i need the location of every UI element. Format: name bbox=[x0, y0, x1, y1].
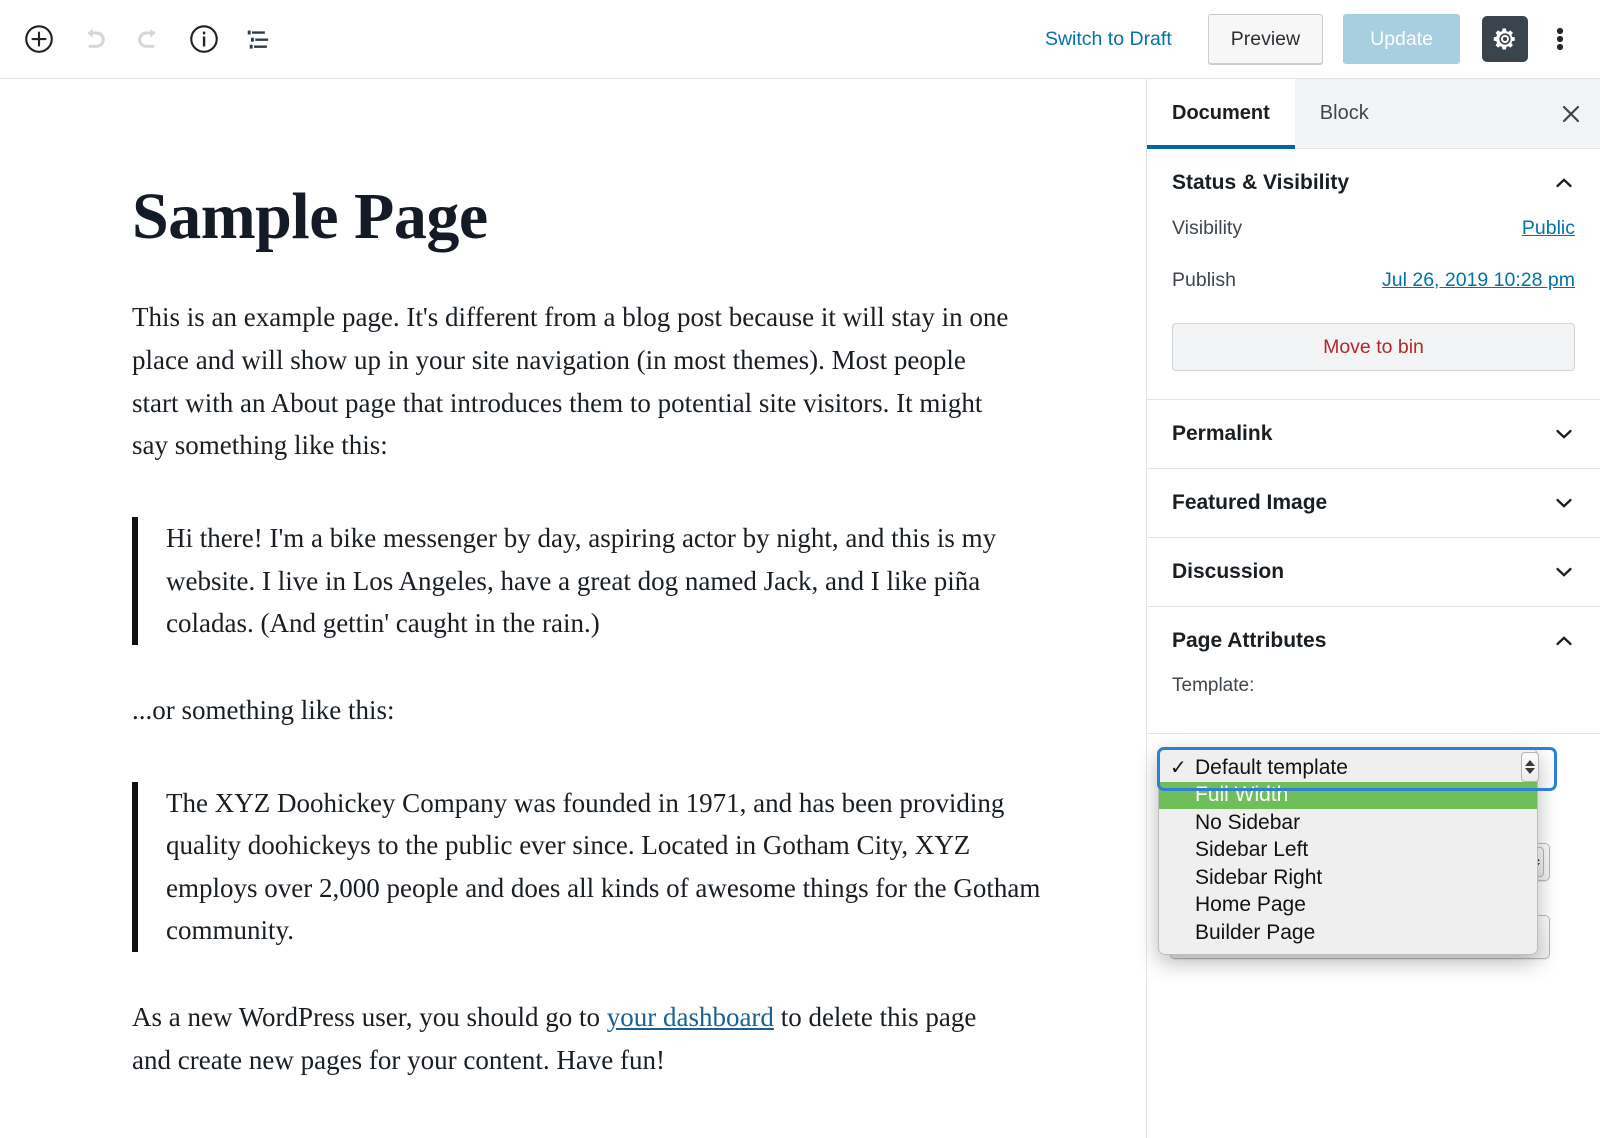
paragraph-text-before: As a new WordPress user, you should go t… bbox=[132, 1002, 607, 1033]
add-block-icon bbox=[25, 25, 53, 53]
select-option-label: Home Page bbox=[1195, 893, 1306, 917]
dashboard-link[interactable]: your dashboard bbox=[607, 1002, 774, 1032]
header-tools-group bbox=[0, 16, 282, 62]
panel-featured-image: Featured Image bbox=[1147, 469, 1600, 538]
select-option-label: Builder Page bbox=[1195, 920, 1316, 944]
select-option-label: Sidebar Left bbox=[1195, 838, 1309, 862]
more-options-button[interactable] bbox=[1540, 16, 1580, 62]
paragraph-block[interactable]: ...or something like this: bbox=[132, 689, 1018, 732]
close-sidebar-button[interactable] bbox=[1542, 79, 1600, 148]
preview-button[interactable]: Preview bbox=[1207, 14, 1324, 64]
block-navigation-button[interactable] bbox=[236, 16, 282, 62]
block-navigation-icon bbox=[247, 30, 269, 49]
panel-status-visibility: Status & Visibility Visibility Public Pu… bbox=[1147, 149, 1600, 400]
checkmark-icon: ✓ bbox=[1170, 757, 1187, 780]
panel-title: Status & Visibility bbox=[1172, 171, 1349, 194]
stepper-arrows[interactable] bbox=[1521, 752, 1539, 782]
chevron-down-icon bbox=[1556, 567, 1572, 577]
chevron-down-icon bbox=[1556, 429, 1572, 439]
chevron-up-icon bbox=[1556, 636, 1572, 646]
gear-icon bbox=[1493, 28, 1515, 50]
editor-header: Switch to Draft Preview Update bbox=[0, 0, 1600, 79]
switch-to-draft-link[interactable]: Switch to Draft bbox=[1035, 22, 1182, 57]
panel-permalink: Permalink bbox=[1147, 400, 1600, 469]
move-to-bin-button[interactable]: Move to bin bbox=[1172, 323, 1575, 371]
panel-discussion-header[interactable]: Discussion bbox=[1147, 538, 1600, 606]
update-button[interactable]: Update bbox=[1343, 14, 1460, 64]
post-content: This is an example page. It's different … bbox=[0, 296, 1040, 1081]
add-block-button[interactable] bbox=[16, 16, 62, 62]
panel-status-visibility-body: Visibility Public Publish Jul 26, 2019 1… bbox=[1147, 217, 1600, 399]
settings-toggle-button[interactable] bbox=[1482, 16, 1528, 62]
chevron-up-icon bbox=[1525, 760, 1535, 766]
paragraph-block-with-link[interactable]: As a new WordPress user, you should go t… bbox=[132, 996, 1018, 1081]
select-option[interactable]: Full Width bbox=[1159, 781, 1537, 809]
select-option[interactable]: No Sidebar bbox=[1159, 809, 1537, 837]
visibility-row: Visibility Public bbox=[1172, 217, 1575, 240]
redo-icon bbox=[138, 28, 156, 48]
panel-page-attributes-header[interactable]: Page Attributes bbox=[1147, 607, 1600, 675]
select-option[interactable]: Sidebar Right bbox=[1159, 864, 1537, 892]
select-option[interactable]: Builder Page bbox=[1159, 919, 1537, 947]
publish-date-button[interactable]: Jul 26, 2019 10:28 pm bbox=[1382, 269, 1575, 292]
undo-icon bbox=[87, 28, 105, 48]
panel-discussion: Discussion bbox=[1147, 538, 1600, 607]
select-option-label: Sidebar Right bbox=[1195, 865, 1323, 889]
template-select-popup[interactable]: ✓ Default template Full Width No Sidebar… bbox=[1158, 748, 1538, 955]
panel-title: Permalink bbox=[1172, 422, 1273, 445]
panel-title: Discussion bbox=[1172, 560, 1285, 583]
header-actions-group: Switch to Draft Preview Update bbox=[1035, 14, 1600, 64]
publish-row: Publish Jul 26, 2019 10:28 pm bbox=[1172, 269, 1575, 292]
sidebar-tab-bar: Document Block bbox=[1147, 79, 1600, 149]
chevron-down-icon bbox=[1556, 498, 1572, 508]
visibility-label: Visibility bbox=[1172, 217, 1243, 239]
panel-title: Featured Image bbox=[1172, 491, 1328, 514]
quote-block[interactable]: The XYZ Doohickey Company was founded in… bbox=[132, 781, 1040, 953]
page-title[interactable]: Sample Page bbox=[0, 79, 1146, 252]
select-option[interactable]: Sidebar Left bbox=[1159, 837, 1537, 865]
tab-document[interactable]: Document bbox=[1147, 79, 1295, 149]
visibility-value-button[interactable]: Public bbox=[1522, 217, 1575, 240]
quote-text: The XYZ Doohickey Company was founded in… bbox=[166, 787, 1041, 946]
content-structure-button[interactable] bbox=[181, 16, 227, 62]
panel-title: Page Attributes bbox=[1172, 629, 1327, 652]
template-select-stepper[interactable] bbox=[1521, 752, 1539, 782]
close-icon bbox=[1562, 105, 1580, 122]
panel-permalink-header[interactable]: Permalink bbox=[1147, 400, 1600, 468]
redo-button[interactable] bbox=[126, 16, 172, 62]
quote-block[interactable]: Hi there! I'm a bike messenger by day, a… bbox=[132, 516, 1022, 645]
template-label: Template: bbox=[1172, 675, 1255, 696]
tab-block[interactable]: Block bbox=[1295, 79, 1394, 148]
chevron-down-icon bbox=[1525, 768, 1535, 774]
select-option-label: Full Width bbox=[1195, 783, 1289, 807]
panel-page-attributes-body: Template: bbox=[1147, 675, 1600, 733]
content-info-icon bbox=[190, 25, 218, 53]
panel-featured-image-header[interactable]: Featured Image bbox=[1147, 469, 1600, 537]
chevron-up-icon bbox=[1556, 178, 1572, 188]
select-option[interactable]: ✓ Default template bbox=[1159, 754, 1537, 782]
kebab-menu-icon bbox=[1556, 27, 1564, 51]
select-option-label: No Sidebar bbox=[1195, 810, 1301, 834]
undo-button[interactable] bbox=[71, 16, 117, 62]
settings-sidebar: Document Block Status & Visibility Visib… bbox=[1146, 79, 1600, 1138]
editor-canvas[interactable]: Sample Page This is an example page. It'… bbox=[0, 79, 1146, 1138]
panel-page-attributes: Page Attributes Template: bbox=[1147, 607, 1600, 734]
select-option[interactable]: Home Page bbox=[1159, 892, 1537, 920]
select-option-label: Default template bbox=[1195, 755, 1348, 779]
quote-text: Hi there! I'm a bike messenger by day, a… bbox=[166, 522, 997, 639]
paragraph-block[interactable]: This is an example page. It's different … bbox=[132, 296, 1018, 467]
publish-label: Publish bbox=[1172, 269, 1236, 291]
panel-status-visibility-header[interactable]: Status & Visibility bbox=[1147, 149, 1600, 217]
